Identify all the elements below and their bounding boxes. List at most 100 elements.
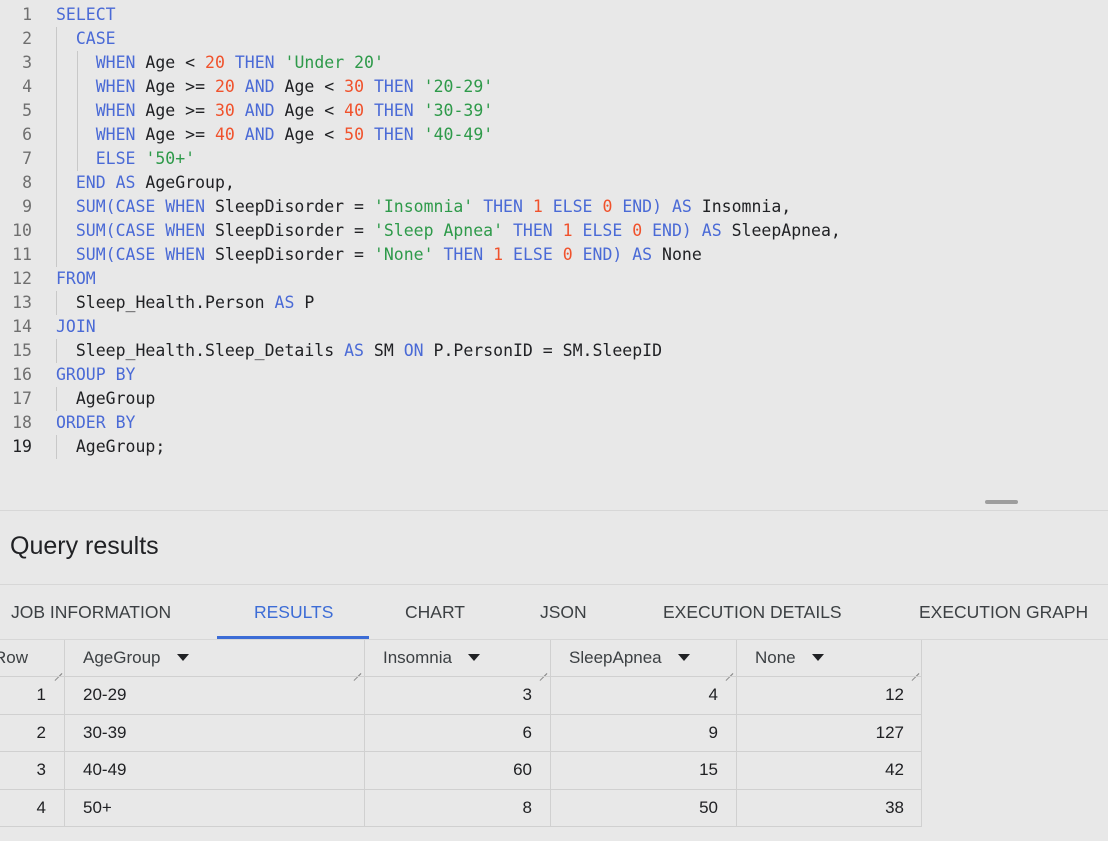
column-header-insomnia[interactable]: Insomnia [383, 640, 533, 676]
sort-dropdown-icon[interactable] [811, 654, 824, 662]
tab-json[interactable]: JSON [540, 602, 587, 623]
column-header-row-label: Row [0, 648, 29, 667]
sort-dropdown-icon[interactable] [176, 654, 189, 662]
sql-keyword: AS [274, 293, 295, 312]
results-title: Query results [10, 532, 159, 560]
sql-keyword: WHEN [95, 125, 136, 144]
code-line[interactable]: 18 ORDER BY [0, 411, 1108, 435]
sql-token: Insomnia, [691, 197, 792, 216]
sql-number: 30 [344, 77, 365, 96]
results-table: Row AgeGroup Insomnia SleepApnea None 12… [0, 640, 922, 827]
line-number: 19 [12, 437, 32, 456]
sql-keyword: WHEN [95, 77, 136, 96]
sql-token: SleepDisorder = [205, 197, 374, 216]
pane-resize-handle[interactable] [985, 500, 1018, 504]
sort-dropdown-icon[interactable] [677, 654, 690, 662]
code-line[interactable]: 19 AgeGroup; [0, 435, 1108, 459]
sql-token: SleepDisorder = [205, 221, 374, 240]
code-line[interactable]: 15 Sleep_Health.Sleep_Details AS SM ON P… [0, 339, 1108, 363]
sql-keyword: AND [244, 125, 275, 144]
tab-execution-graph[interactable]: EXECUTION GRAPH [919, 602, 1088, 623]
sql-keyword: THEN [443, 245, 484, 264]
code-line[interactable]: 7 ELSE '50+' [0, 147, 1108, 171]
code-text: Sleep_Health.Person AS P [56, 291, 314, 315]
column-header-agegroup[interactable]: AgeGroup [83, 640, 353, 676]
sql-keyword: THEN [373, 77, 414, 96]
code-text: SUM(CASE WHEN SleepDisorder = 'None' THE… [56, 243, 702, 267]
column-resize-handle[interactable] [351, 664, 361, 674]
code-line[interactable]: 1 SELECT [0, 3, 1108, 27]
column-resize-handle[interactable] [909, 664, 919, 674]
code-line[interactable]: 2 CASE [0, 27, 1108, 51]
tab-chart[interactable]: CHART [405, 602, 465, 623]
code-text: SELECT [56, 3, 116, 27]
code-line[interactable]: 6 WHEN Age >= 40 AND Age < 50 THEN '40-4… [0, 123, 1108, 147]
code-line[interactable]: 10 SUM(CASE WHEN SleepDisorder = 'Sleep … [0, 219, 1108, 243]
tab-job-information[interactable]: JOB INFORMATION [11, 602, 171, 623]
line-number: 8 [22, 173, 32, 192]
column-resize-handle[interactable] [537, 664, 547, 674]
sql-editor[interactable]: 1 SELECT 2 CASE 3 WHEN Age < 20 THEN 'Under… [0, 0, 1108, 490]
column-header-sleepapnea[interactable]: SleepApnea [569, 640, 729, 676]
code-line[interactable]: 14 JOIN [0, 315, 1108, 339]
column-header-agegroup-label: AgeGroup [83, 648, 161, 667]
code-text: WHEN Age >= 20 AND Age < 30 THEN '20-29' [56, 75, 493, 99]
cell-agegroup: 40-49 [83, 760, 127, 779]
code-line[interactable]: 5 WHEN Age >= 30 AND Age < 40 THEN '30-3… [0, 99, 1108, 123]
sort-dropdown-icon[interactable] [467, 654, 480, 662]
line-number: 5 [22, 101, 32, 120]
column-header-none[interactable]: None [755, 640, 915, 676]
tab-results[interactable]: RESULTS [254, 602, 333, 623]
code-line[interactable]: 11 SUM(CASE WHEN SleepDisorder = 'None' … [0, 243, 1108, 267]
code-line[interactable]: 8 END AS AgeGroup, [0, 171, 1108, 195]
cell-insomnia: 8 [522, 798, 532, 817]
tab-execution-details[interactable]: EXECUTION DETAILS [663, 602, 842, 623]
sql-string: '20-29' [423, 77, 494, 96]
line-number: 16 [12, 365, 32, 384]
code-text: SUM(CASE WHEN SleepDisorder = 'Sleep Apn… [56, 219, 841, 243]
sql-token: Age < [135, 53, 206, 72]
sql-keyword: THEN [373, 101, 414, 120]
sql-keyword: THEN [234, 53, 275, 72]
cell-agegroup: 30-39 [83, 723, 127, 742]
sql-keyword: SELECT [56, 5, 116, 24]
line-number: 12 [12, 269, 32, 288]
code-text: ORDER BY [56, 411, 135, 435]
code-line[interactable]: 17 AgeGroup [0, 387, 1108, 411]
sql-number: 30 [214, 101, 235, 120]
code-text: ELSE '50+' [56, 147, 195, 171]
sql-token: Age >= [135, 101, 215, 120]
sql-keyword: END AS [75, 173, 136, 192]
code-line[interactable]: 12 FROM [0, 267, 1108, 291]
sql-keyword: THEN [512, 221, 553, 240]
sql-token: Sleep_Health.Person [56, 293, 275, 312]
cell-sleepapnea: 9 [708, 723, 718, 742]
code-line[interactable]: 9 SUM(CASE WHEN SleepDisorder = 'Insomni… [0, 195, 1108, 219]
code-line[interactable]: 4 WHEN Age >= 20 AND Age < 30 THEN '20-2… [0, 75, 1108, 99]
column-divider [64, 640, 65, 826]
sql-keyword: GROUP BY [56, 365, 136, 384]
pane-divider [0, 510, 1108, 511]
code-line[interactable]: 16 GROUP BY [0, 363, 1108, 387]
sql-keyword: AND [244, 101, 275, 120]
column-resize-handle[interactable] [52, 664, 62, 674]
sql-keyword: CASE [75, 29, 116, 48]
code-text: WHEN Age >= 40 AND Age < 50 THEN '40-49' [56, 123, 493, 147]
code-line[interactable]: 3 WHEN Age < 20 THEN 'Under 20' [0, 51, 1108, 75]
sql-token: AgeGroup; [56, 437, 166, 456]
column-header-insomnia-label: Insomnia [383, 648, 452, 667]
cell-none: 38 [885, 798, 904, 817]
code-line[interactable]: 13 Sleep_Health.Person AS P [0, 291, 1108, 315]
column-resize-handle[interactable] [723, 664, 733, 674]
sql-token: None [652, 245, 702, 264]
